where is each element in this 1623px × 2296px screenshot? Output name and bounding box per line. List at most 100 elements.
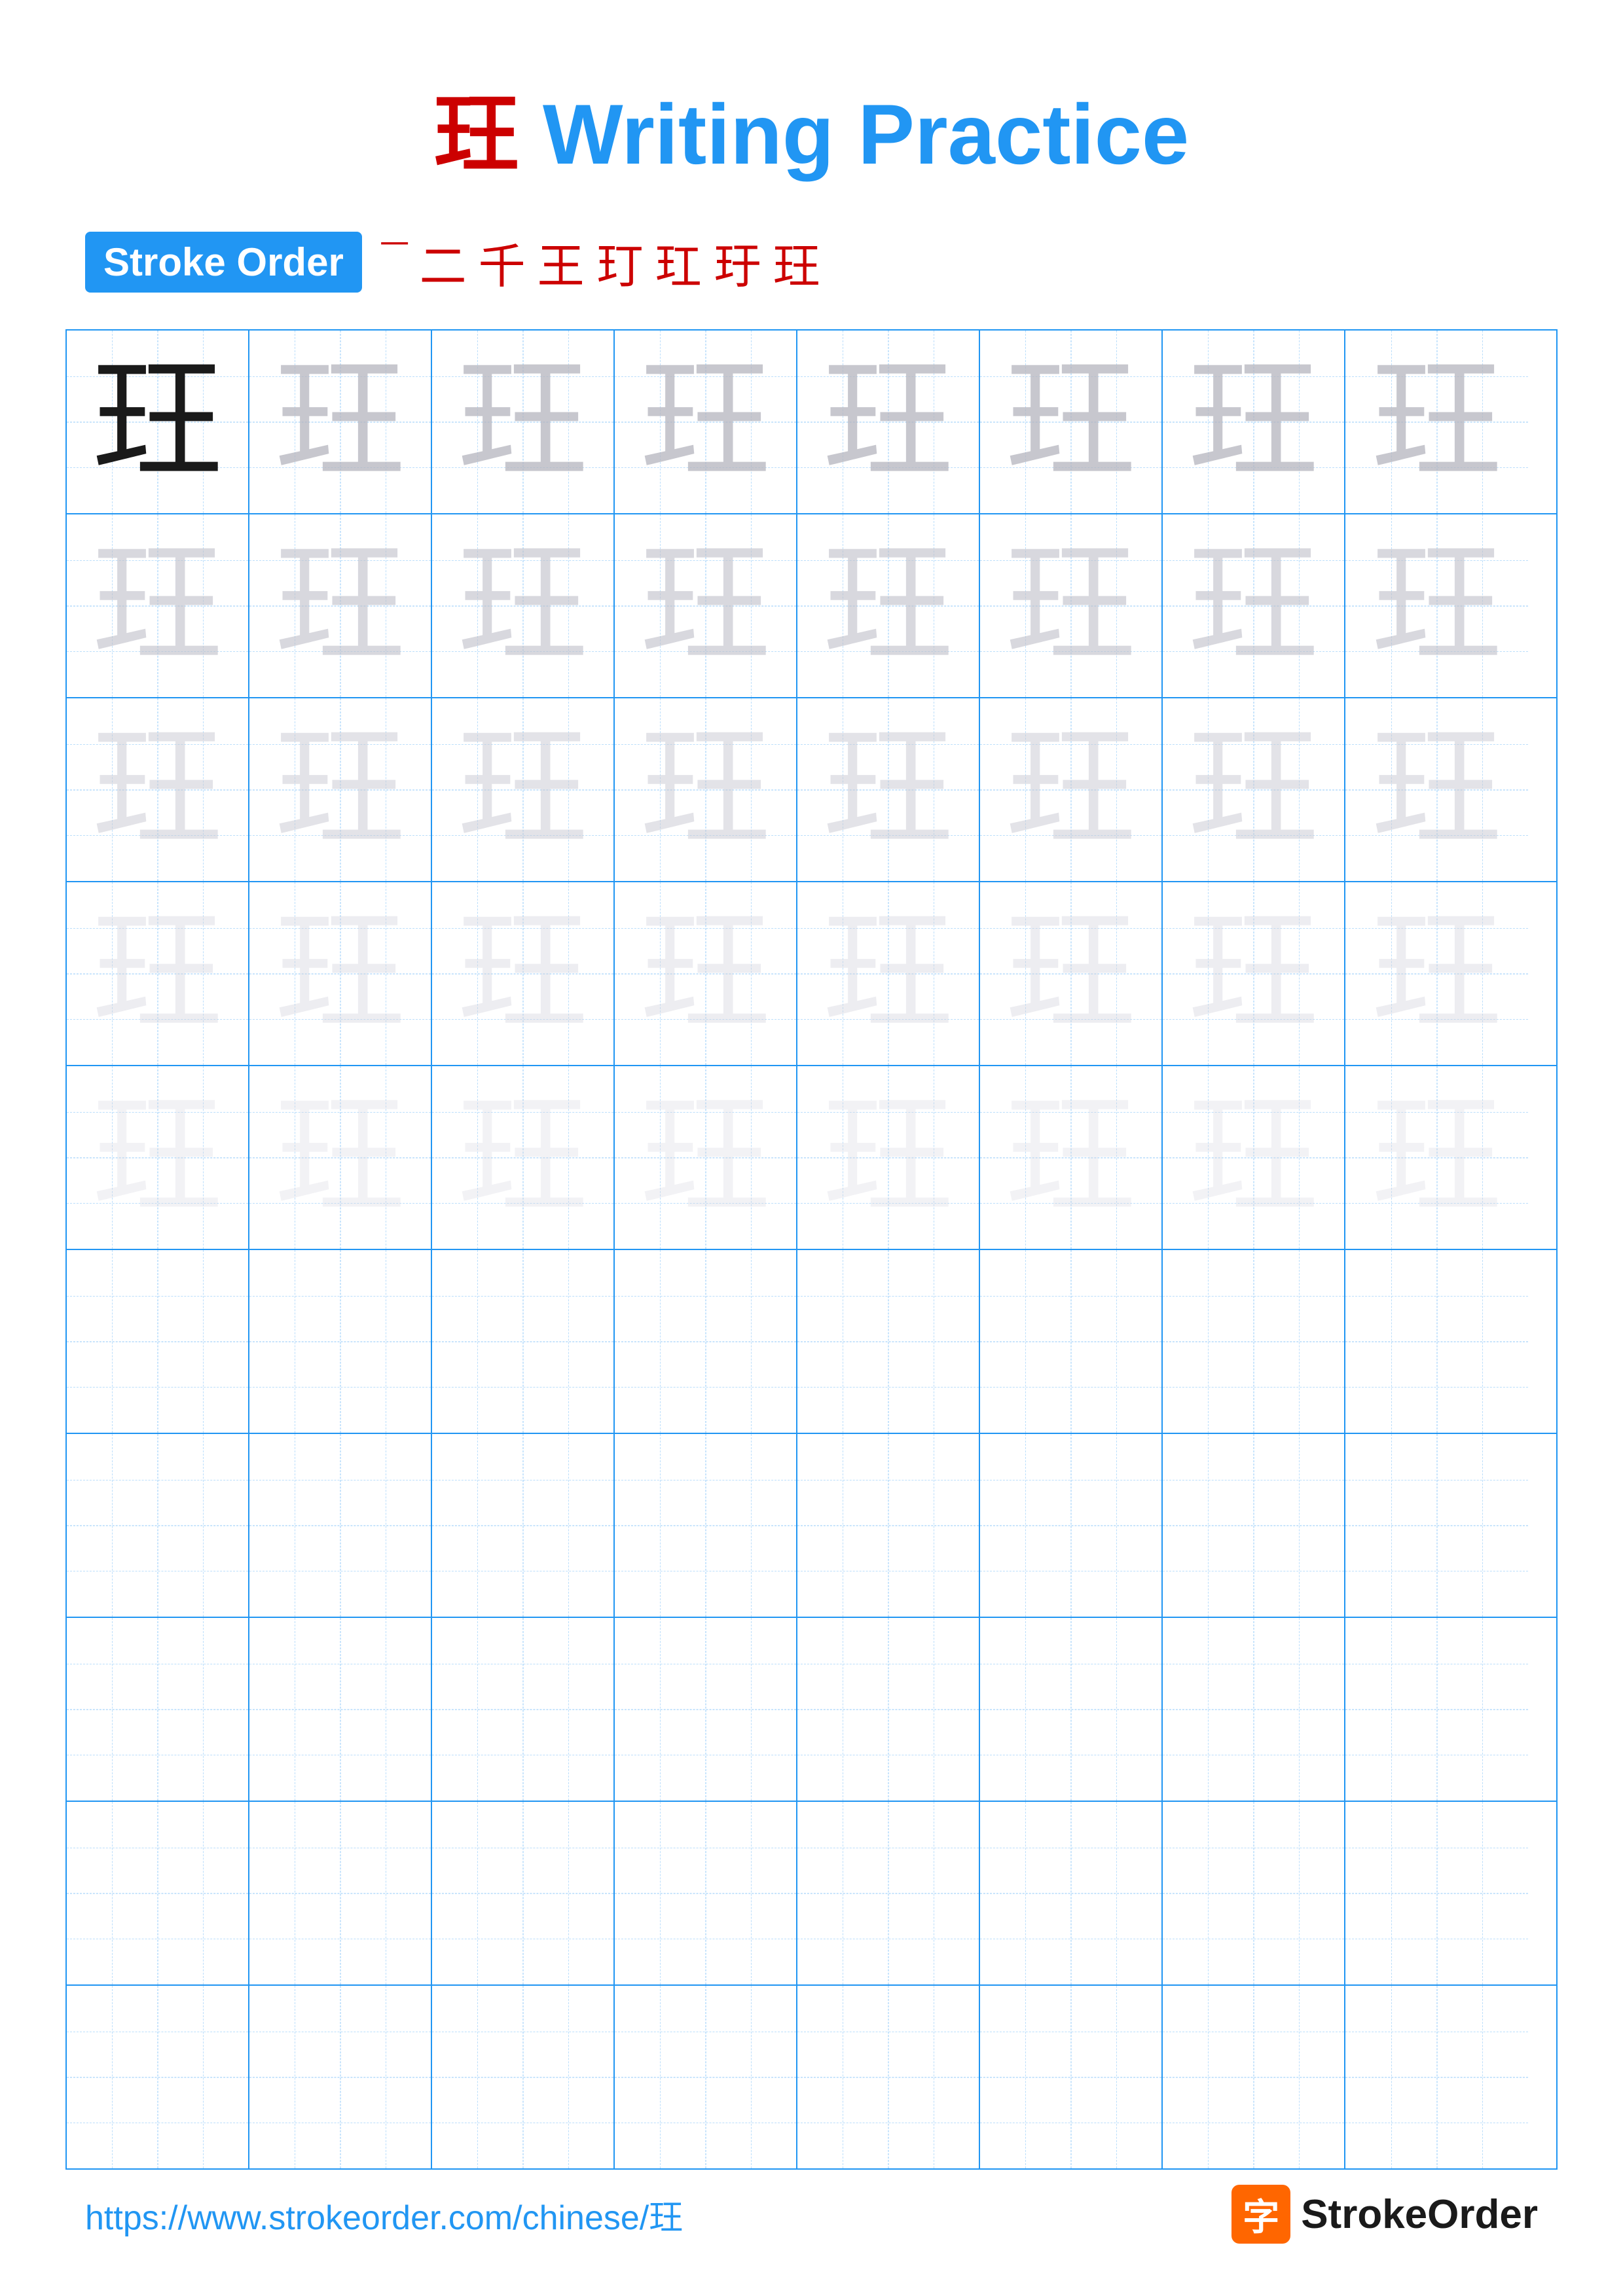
grid-cell[interactable]: 玨 [1163, 1066, 1345, 1249]
grid-cell[interactable] [249, 1802, 432, 1984]
grid-cell[interactable] [980, 1434, 1163, 1617]
grid-cell[interactable] [1345, 1434, 1528, 1617]
grid-cell[interactable] [1163, 1250, 1345, 1433]
grid-cell[interactable]: 玨 [797, 882, 980, 1065]
grid-cell[interactable]: 玨 [1163, 882, 1345, 1065]
stroke-order-badge: Stroke Order [85, 232, 362, 293]
grid-cell[interactable] [432, 1618, 615, 1801]
grid-cell[interactable]: 玨 [1345, 1066, 1528, 1249]
grid-cell[interactable]: 玨 [249, 698, 432, 881]
grid-cell[interactable] [615, 1618, 797, 1801]
grid-cell[interactable]: 玨 [615, 882, 797, 1065]
grid-cell[interactable]: 玨 [1163, 331, 1345, 513]
grid-cell[interactable] [980, 1618, 1163, 1801]
grid-cell[interactable] [1163, 1618, 1345, 1801]
grid-cell[interactable]: 玨 [797, 698, 980, 881]
cell-lines [249, 514, 431, 697]
cell-vline-left [477, 698, 478, 881]
cell-lines [1163, 698, 1344, 881]
grid-cell[interactable]: 玨 [67, 331, 249, 513]
stroke-char-4: 王 [538, 228, 585, 296]
grid-cell[interactable] [797, 1434, 980, 1617]
grid-cell[interactable] [67, 1802, 249, 1984]
grid-cell[interactable] [797, 1802, 980, 1984]
cell-lines [615, 1250, 796, 1433]
cell-vline-left [1208, 1434, 1209, 1617]
grid-cell[interactable] [797, 1250, 980, 1433]
grid-cell[interactable]: 玨 [1345, 882, 1528, 1065]
grid-cell[interactable]: 玨 [67, 882, 249, 1065]
cell-vline-right [1116, 1434, 1117, 1617]
grid-cell[interactable] [615, 1986, 797, 2168]
grid-cell[interactable] [1163, 1986, 1345, 2168]
cell-lines [1345, 1802, 1528, 1984]
grid-cell[interactable] [1163, 1434, 1345, 1617]
cell-lines [797, 514, 979, 697]
grid-cell[interactable] [67, 1434, 249, 1617]
grid-cell[interactable]: 玨 [615, 698, 797, 881]
grid-cell[interactable]: 玨 [249, 514, 432, 697]
cell-vline-right [1116, 1250, 1117, 1433]
grid-cell[interactable] [67, 1986, 249, 2168]
grid-cell[interactable] [249, 1250, 432, 1433]
grid-cell[interactable] [432, 1802, 615, 1984]
grid-cell[interactable]: 玨 [615, 514, 797, 697]
grid-cell[interactable]: 玨 [1163, 698, 1345, 881]
grid-cell[interactable]: 玨 [980, 1066, 1163, 1249]
cell-lines [1345, 1618, 1528, 1801]
grid-cell[interactable] [1345, 1986, 1528, 2168]
cell-lines [432, 514, 613, 697]
grid-cell[interactable]: 玨 [67, 514, 249, 697]
grid-cell[interactable]: 玨 [980, 514, 1163, 697]
grid-cell[interactable]: 玨 [1345, 514, 1528, 697]
grid-cell[interactable] [67, 1250, 249, 1433]
grid-cell[interactable]: 玨 [797, 514, 980, 697]
grid-cell[interactable]: 玨 [67, 698, 249, 881]
cell-vline-left [112, 1802, 113, 1984]
cell-vline-right [203, 331, 204, 513]
grid-cell[interactable]: 玨 [797, 331, 980, 513]
grid-cell[interactable]: 玨 [797, 1066, 980, 1249]
grid-cell[interactable]: 玨 [980, 882, 1163, 1065]
grid-cell[interactable] [797, 1618, 980, 1801]
grid-cell[interactable]: 玨 [249, 1066, 432, 1249]
grid-cell[interactable]: 玨 [67, 1066, 249, 1249]
grid-cell[interactable]: 玨 [432, 514, 615, 697]
grid-cell[interactable]: 玨 [432, 331, 615, 513]
grid-cell[interactable]: 玨 [432, 882, 615, 1065]
grid-cell[interactable] [249, 1618, 432, 1801]
grid-cell[interactable] [432, 1986, 615, 2168]
grid-cell[interactable] [249, 1434, 432, 1617]
grid-cell[interactable] [432, 1434, 615, 1617]
grid-cell[interactable] [797, 1986, 980, 2168]
grid-cell[interactable]: 玨 [980, 698, 1163, 881]
grid-cell[interactable] [1345, 1802, 1528, 1984]
grid-cell[interactable]: 玨 [432, 1066, 615, 1249]
grid-cell[interactable]: 玨 [249, 331, 432, 513]
grid-cell[interactable]: 玨 [615, 331, 797, 513]
grid-cell[interactable] [615, 1250, 797, 1433]
grid-cell[interactable] [1345, 1250, 1528, 1433]
cell-lines [615, 1434, 796, 1617]
cell-vline-left [1208, 698, 1209, 881]
grid-cell[interactable] [249, 1986, 432, 2168]
cell-vline-right [1482, 514, 1483, 697]
cell-vline-left [112, 1250, 113, 1433]
grid-cell[interactable] [1345, 1618, 1528, 1801]
grid-cell[interactable]: 玨 [980, 331, 1163, 513]
grid-cell[interactable] [432, 1250, 615, 1433]
grid-cell[interactable] [615, 1802, 797, 1984]
grid-cell[interactable]: 玨 [432, 698, 615, 881]
grid-cell[interactable] [615, 1434, 797, 1617]
grid-cell[interactable]: 玨 [249, 882, 432, 1065]
grid-cell[interactable]: 玨 [1345, 331, 1528, 513]
grid-cell[interactable] [67, 1618, 249, 1801]
grid-cell[interactable]: 玨 [1345, 698, 1528, 881]
cell-vline-right [1482, 1066, 1483, 1249]
grid-cell[interactable] [980, 1250, 1163, 1433]
grid-cell[interactable] [980, 1802, 1163, 1984]
grid-cell[interactable] [1163, 1802, 1345, 1984]
grid-cell[interactable] [980, 1986, 1163, 2168]
grid-cell[interactable]: 玨 [1163, 514, 1345, 697]
grid-cell[interactable]: 玨 [615, 1066, 797, 1249]
